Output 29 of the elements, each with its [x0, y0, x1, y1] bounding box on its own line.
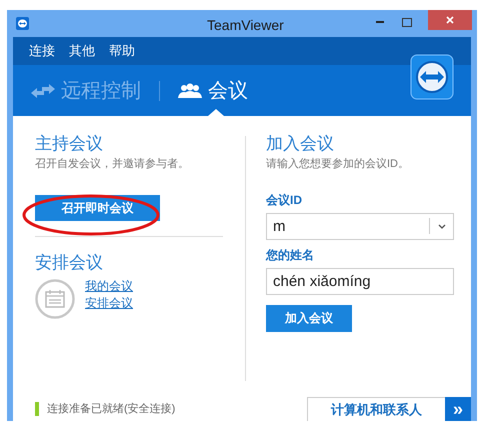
dropdown-caret-icon[interactable]	[438, 224, 446, 228]
contacts-tab[interactable]: 计算机和联系人	[307, 397, 445, 421]
close-button[interactable]	[428, 10, 472, 30]
meeting-id-combobox[interactable]: m	[266, 212, 454, 240]
window-title: TeamViewer	[207, 16, 284, 35]
link[interactable]: 我的会议	[85, 278, 133, 294]
menu-item[interactable]: 帮助	[109, 41, 135, 61]
field-label: 您的姓名	[266, 246, 315, 264]
people-icon	[178, 82, 202, 98]
status-indicator	[35, 402, 39, 416]
calendar-icon	[35, 278, 75, 318]
expand-button[interactable]: »	[445, 397, 471, 421]
menu-item[interactable]: 连接	[29, 41, 55, 61]
section-title: 加入会议	[266, 134, 335, 154]
app-icon	[16, 17, 29, 30]
close-icon	[446, 16, 454, 24]
section-description: 召开自发会议，并邀请参与者。	[35, 156, 190, 172]
section-title: 主持会议	[35, 134, 104, 154]
status-text: 连接准备已就绪(安全连接)	[47, 402, 176, 417]
join-meeting-button[interactable]: 加入会议	[266, 304, 352, 332]
name-input-field[interactable]: chén xiǎomíng	[266, 268, 454, 294]
link[interactable]: 安排会议	[85, 294, 133, 312]
minimize-icon[interactable]	[376, 21, 384, 24]
menu-item[interactable]: 其他	[69, 41, 95, 61]
maximize-icon[interactable]	[402, 18, 412, 27]
section-title: 安排会议	[35, 252, 104, 272]
field-label: 会议ID	[266, 192, 303, 208]
section-description: 请输入您想要参加的会议ID。	[266, 156, 410, 172]
arrows-icon	[31, 82, 55, 98]
